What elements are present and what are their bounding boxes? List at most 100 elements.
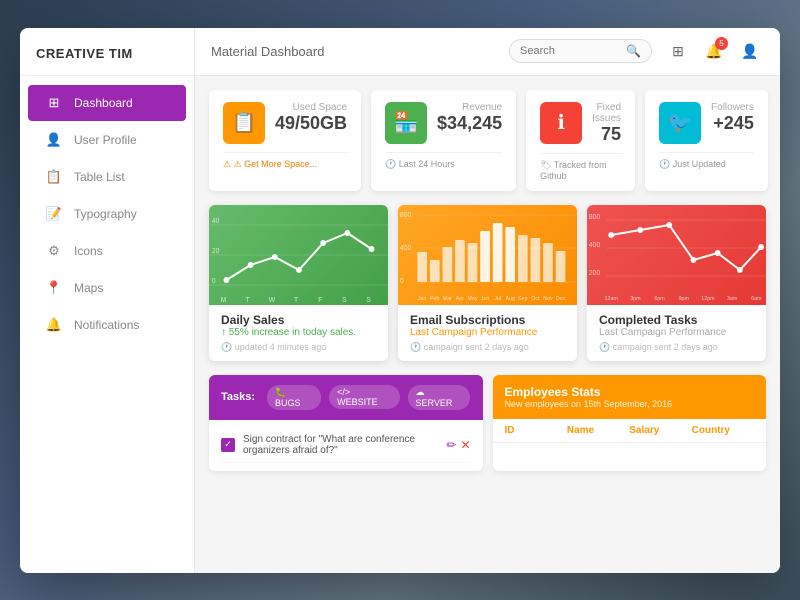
svg-text:800: 800 [400, 211, 411, 218]
svg-text:6am: 6am [751, 295, 762, 301]
emp-col-salary: Salary [629, 425, 691, 436]
stat-footer-text-0: ⚠ ⚠ Get More Space... [223, 159, 317, 169]
stat-value-3: +245 [711, 113, 754, 134]
svg-text:0: 0 [400, 277, 404, 284]
email-sub-title: Email Subscriptions [410, 313, 565, 327]
sidebar-item-maps[interactable]: 📍 Maps [28, 270, 186, 306]
sidebar-item-notifications[interactable]: 🔔 Notifications [28, 307, 186, 343]
sidebar-icon-typography: 📝 [44, 206, 64, 222]
svg-text:400: 400 [400, 244, 411, 251]
email-subscriptions-chart-card: 800 400 0 [398, 205, 577, 361]
employees-card: Employees Stats New employees on 15th Se… [493, 375, 767, 471]
stat-footer-text-3: 🕐 Just Updated [659, 159, 726, 169]
email-subscriptions-footer: Email Subscriptions Last Campaign Perfor… [398, 305, 577, 361]
svg-text:200: 200 [589, 269, 600, 276]
sidebar-label-notifications: Notifications [74, 318, 139, 332]
emp-col-name: Name [567, 425, 629, 436]
stat-icon-3: 🐦 [659, 102, 701, 144]
completed-tasks-time: 🕐 campaign sent 2 days ago [599, 342, 754, 353]
sidebar-icon-dashboard: ⊞ [44, 95, 64, 111]
bugs-tag[interactable]: 🐛 BUGS [267, 385, 321, 410]
tasks-body: ✓ Sign contract for "What are conference… [209, 420, 483, 471]
stat-card-top-1: 🏪 Revenue $34,245 [385, 102, 502, 144]
daily-sales-sub: ↑ 55% increase in today sales. [221, 327, 376, 338]
svg-text:0: 0 [212, 277, 216, 284]
svg-text:Feb: Feb [430, 295, 439, 301]
search-input[interactable] [520, 45, 620, 57]
task-delete-button[interactable]: ✕ [460, 438, 470, 452]
notification-badge: 5 [715, 37, 728, 50]
stat-info-0: Used Space 49/50GB [275, 102, 347, 134]
sidebar-item-typography[interactable]: 📝 Typography [28, 196, 186, 232]
server-tag[interactable]: ☁ SERVER [408, 385, 471, 410]
svg-text:Jul: Jul [494, 295, 501, 301]
sidebar-item-user-profile[interactable]: 👤 User Profile [28, 122, 186, 158]
svg-text:6pm: 6pm [654, 295, 665, 301]
stat-info-3: Followers +245 [711, 102, 754, 134]
stat-cards-row: 📋 Used Space 49/50GB ⚠ ⚠ Get More Space.… [209, 90, 766, 191]
main-content: Material Dashboard 🔍 ⊞ 🔔 5 👤 📋 Us [195, 28, 780, 573]
daily-sales-title: Daily Sales [221, 313, 376, 327]
tasks-card: Tasks: 🐛 BUGS </> WEBSITE ☁ SERVER ✓ Sig… [209, 375, 483, 471]
employees-table-header: ID Name Salary Country [493, 419, 767, 443]
orange-bar-chart: 800 400 0 [398, 205, 577, 305]
stat-footer-3: 🕐 Just Updated [659, 152, 754, 170]
svg-text:M: M [221, 296, 227, 303]
green-line-chart: 40 20 0 [209, 205, 388, 305]
notification-button[interactable]: 🔔 5 [700, 37, 728, 65]
sidebar-item-table-list[interactable]: 📋 Table List [28, 159, 186, 195]
stat-icon-0: 📋 [223, 102, 265, 144]
tasks-header: Tasks: 🐛 BUGS </> WEBSITE ☁ SERVER [209, 375, 483, 420]
topbar-icons: ⊞ 🔔 5 👤 [664, 37, 764, 65]
search-box[interactable]: 🔍 [509, 39, 652, 63]
svg-text:3am: 3am [727, 295, 738, 301]
stat-card-top-3: 🐦 Followers +245 [659, 102, 754, 144]
sidebar-label-dashboard: Dashboard [74, 96, 133, 110]
svg-text:20: 20 [212, 247, 220, 254]
stat-value-2: 75 [592, 124, 621, 145]
stat-card-top-0: 📋 Used Space 49/50GB [223, 102, 347, 144]
email-sub-time: 🕐 campaign sent 2 days ago [410, 342, 565, 353]
svg-text:Nov: Nov [543, 295, 553, 301]
sidebar-icon-icons: ⚙ [44, 243, 64, 259]
svg-text:12am: 12am [605, 295, 619, 301]
sidebar-item-dashboard[interactable]: ⊞ Dashboard [28, 85, 186, 121]
stat-footer-text-1: 🕐 Last 24 Hours [385, 159, 455, 169]
sidebar: CREATIVE TIM ⊞ Dashboard👤 User Profile📋 … [20, 28, 195, 573]
completed-tasks-title: Completed Tasks [599, 313, 754, 327]
user-menu-button[interactable]: 👤 [736, 37, 764, 65]
daily-sales-time: 🕐 updated 4 minutes ago [221, 342, 376, 353]
red-line-chart: 800 400 200 [587, 205, 766, 305]
stat-footer-0: ⚠ ⚠ Get More Space... [223, 152, 347, 170]
grid-view-button[interactable]: ⊞ [664, 37, 692, 65]
task-text: Sign contract for "What are conference o… [243, 434, 438, 456]
sidebar-label-icons: Icons [74, 244, 103, 258]
sidebar-nav: ⊞ Dashboard👤 User Profile📋 Table List📝 T… [20, 76, 194, 573]
svg-text:Aug: Aug [506, 295, 515, 301]
task-edit-button[interactable]: ✏ [446, 438, 456, 452]
topbar-title: Material Dashboard [211, 44, 497, 59]
topbar: Material Dashboard 🔍 ⊞ 🔔 5 👤 [195, 28, 780, 76]
task-checkbox[interactable]: ✓ [221, 438, 235, 452]
stat-label-3: Followers [711, 102, 754, 113]
completed-tasks-sub: Last Campaign Performance [599, 327, 754, 338]
svg-text:Mar: Mar [443, 295, 452, 301]
daily-sales-chart-card: 40 20 0 [209, 205, 388, 361]
sidebar-logo: CREATIVE TIM [20, 28, 194, 76]
svg-text:May: May [467, 295, 477, 301]
sidebar-icon-notifications: 🔔 [44, 317, 64, 333]
svg-text:F: F [318, 296, 322, 303]
stat-value-0: 49/50GB [275, 113, 347, 134]
content-area: 📋 Used Space 49/50GB ⚠ ⚠ Get More Space.… [195, 76, 780, 573]
stat-label-0: Used Space [275, 102, 347, 113]
svg-text:S: S [342, 296, 347, 303]
sidebar-item-icons[interactable]: ⚙ Icons [28, 233, 186, 269]
stat-info-1: Revenue $34,245 [437, 102, 502, 134]
website-tag[interactable]: </> WEBSITE [329, 385, 399, 409]
employees-header: Employees Stats New employees on 15th Se… [493, 375, 767, 419]
svg-text:T: T [246, 296, 251, 303]
svg-text:800: 800 [589, 213, 600, 220]
stat-card-top-2: ℹ Fixed Issues 75 [540, 102, 621, 145]
svg-text:S: S [366, 296, 371, 303]
sidebar-label-user-profile: User Profile [74, 133, 137, 147]
